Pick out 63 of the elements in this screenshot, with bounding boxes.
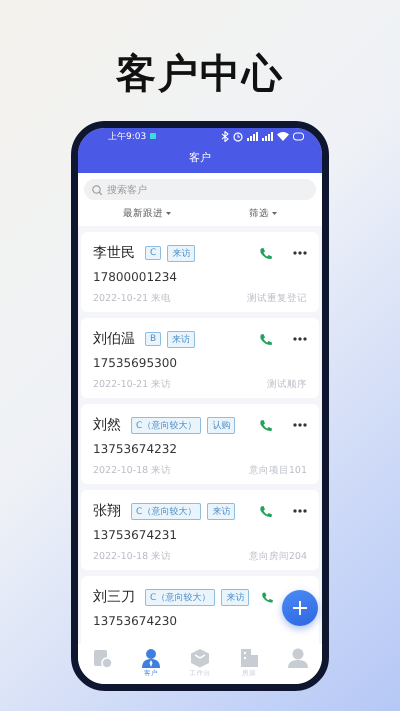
battery-icon xyxy=(293,132,304,140)
bluetooth-icon xyxy=(221,130,229,142)
customer-name: 刘然 xyxy=(93,416,121,434)
phone-icon[interactable] xyxy=(259,332,273,346)
phone-number: 17800001234 xyxy=(93,270,178,284)
customer-tag: 来访 xyxy=(221,588,250,606)
customer-tag: 来访 xyxy=(167,330,196,348)
phone-number: 13753674231 xyxy=(93,528,178,542)
sort-dropdown[interactable]: 筛选 xyxy=(249,206,277,220)
customer-tag: C（意向较大） xyxy=(131,416,202,434)
follow-up-date: 2022-10-18 来访 xyxy=(93,464,172,477)
customer-tag: 来访 xyxy=(167,244,196,262)
phone-icon[interactable] xyxy=(261,590,274,604)
wifi-icon xyxy=(277,131,289,141)
phone-number: 13753674230 xyxy=(93,614,178,628)
phone-number: 17535695300 xyxy=(93,356,178,370)
phone-icon[interactable] xyxy=(259,504,273,518)
more-icon[interactable] xyxy=(293,509,307,513)
customer-tag: 来访 xyxy=(207,502,236,520)
report-icon xyxy=(92,648,112,668)
follow-up-date: 2022-10-21 来访 xyxy=(93,378,172,391)
customer-name: 张翔 xyxy=(93,502,121,520)
page-title: 客户 xyxy=(188,150,212,166)
sort-dropdown[interactable]: 最新跟进 xyxy=(123,206,171,220)
customer-card[interactable]: 刘三刀 C（意向较大） 来访 13753674230 xyxy=(81,576,319,644)
building-icon xyxy=(238,648,259,668)
phone-number: 13753674232 xyxy=(93,442,178,456)
signal-icon xyxy=(262,131,273,141)
customer-name: 刘伯温 xyxy=(93,330,135,348)
alarm-icon xyxy=(233,130,243,142)
customer-note: 测试顺序 xyxy=(267,378,307,391)
customer-note: 测试重复登记 xyxy=(247,292,307,305)
follow-up-date: 2022-10-21 来电 xyxy=(93,292,172,305)
customer-tag: B xyxy=(145,332,162,346)
status-time: 上午9:03 xyxy=(108,130,146,142)
customer-tag: C（意向较大） xyxy=(145,588,216,606)
customer-name: 李世民 xyxy=(93,244,135,262)
customer-card[interactable]: 刘然 C（意向较大） 认购 13753674232 2022-10-18 来访 意向项目101 xyxy=(81,404,319,484)
customer-name: 刘三刀 xyxy=(93,588,135,606)
more-icon[interactable] xyxy=(293,337,307,341)
customer-note: 意向项目101 xyxy=(248,464,307,477)
more-icon[interactable] xyxy=(293,251,307,255)
phone-icon[interactable] xyxy=(259,418,273,432)
box-icon xyxy=(190,648,210,668)
customer-tag: C（意向较大） xyxy=(131,502,202,520)
customer-card[interactable]: 刘伯温 B 来访 17535695300 2022-10-21 来访 测试顺序 xyxy=(81,318,319,398)
signal-icon xyxy=(247,131,258,141)
follow-up-date: 2022-10-18 来访 xyxy=(93,550,172,563)
caret-icon xyxy=(272,212,277,214)
phone-icon[interactable] xyxy=(259,246,273,260)
caret-icon xyxy=(166,212,171,214)
customer-card[interactable]: 张翔 C（意向较大） 来访 13753674231 2022-10-18 来访 意向房间204 xyxy=(81,490,319,570)
plus-icon xyxy=(293,601,307,615)
more-icon[interactable] xyxy=(293,423,307,427)
notification-icon xyxy=(150,133,156,139)
search-icon xyxy=(92,184,102,194)
customer-tag: C xyxy=(145,246,162,260)
customer-note: 意向房间204 xyxy=(248,550,307,563)
customer-card[interactable]: 李世民 C 来访 17800001234 2022-10-21 来电 测试重复登记 xyxy=(81,232,319,312)
person-icon xyxy=(141,648,162,668)
headline: 客户中心 xyxy=(116,50,284,99)
person-icon xyxy=(288,648,308,668)
customer-tag: 认购 xyxy=(207,416,236,434)
